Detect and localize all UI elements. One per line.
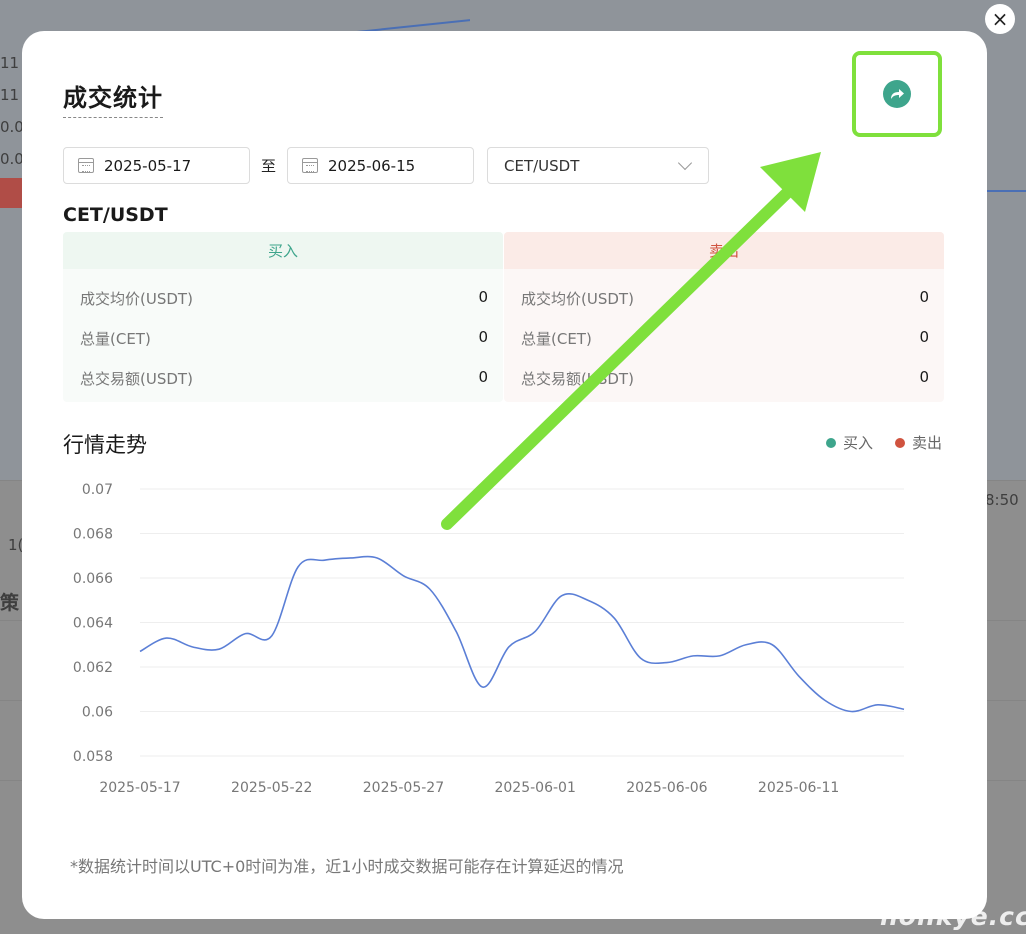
buy-stat-row: 总交易额(USDT) 0 bbox=[80, 368, 488, 388]
date-separator: 至 bbox=[261, 157, 277, 175]
x-tick-label: 2025-06-06 bbox=[626, 780, 707, 796]
trend-title: 行情走势 bbox=[63, 433, 147, 457]
stat-label: 成交均价(USDT) bbox=[521, 290, 634, 308]
close-button[interactable]: × bbox=[985, 4, 1015, 34]
sell-panel-header: 卖出 bbox=[504, 232, 944, 269]
price-trend-chart: 0.07 0.068 0.066 0.064 0.062 0.06 0.058 2025-05… bbox=[73, 482, 905, 796]
pair-select-value: CET/USDT bbox=[504, 156, 580, 175]
footnote: *数据统计时间以UTC+0时间为准，近1小时成交数据可能存在计算延迟的情况 bbox=[70, 857, 624, 876]
close-icon: × bbox=[991, 7, 1009, 31]
sell-stats-panel: 卖出 成交均价(USDT) 0 总量(CET) 0 总交易额(USDT) 0 bbox=[504, 232, 944, 402]
background-text: 8:50 bbox=[985, 491, 1019, 509]
pair-select[interactable]: CET/USDT bbox=[487, 147, 709, 184]
sell-stat-row: 成交均价(USDT) 0 bbox=[521, 288, 929, 308]
stat-label: 总量(CET) bbox=[521, 330, 592, 348]
chevron-down-icon bbox=[677, 155, 693, 171]
y-tick-label: 0.06 bbox=[82, 705, 113, 721]
x-tick-label: 2025-05-27 bbox=[363, 780, 444, 796]
legend-sell-label: 卖出 bbox=[912, 434, 943, 452]
y-tick-label: 0.062 bbox=[73, 660, 113, 676]
calendar-icon bbox=[302, 158, 318, 173]
stat-label: 总交易额(USDT) bbox=[521, 370, 634, 388]
x-tick-label: 2025-06-11 bbox=[758, 780, 839, 796]
start-date-value: 2025-05-17 bbox=[104, 156, 192, 175]
stat-label: 总交易额(USDT) bbox=[80, 370, 193, 388]
price-series-line bbox=[139, 555, 905, 713]
background-text: 11 bbox=[0, 54, 20, 72]
y-tick-label: 0.068 bbox=[73, 527, 113, 543]
share-arrow-icon bbox=[883, 80, 911, 108]
watermark: nonkye.cc bbox=[880, 902, 1026, 931]
y-tick-label: 0.064 bbox=[73, 616, 113, 632]
sell-stat-row: 总交易额(USDT) 0 bbox=[521, 368, 929, 388]
y-tick-label: 0.07 bbox=[82, 482, 113, 498]
x-tick-label: 2025-06-01 bbox=[494, 780, 575, 796]
stat-value: 0 bbox=[478, 328, 488, 346]
background-text: 策 bbox=[0, 592, 20, 614]
background-text: 0.0 bbox=[0, 150, 24, 168]
stat-value: 0 bbox=[919, 368, 929, 386]
background-text: 11 bbox=[0, 86, 20, 104]
stat-value: 0 bbox=[478, 288, 488, 306]
stat-label: 总量(CET) bbox=[80, 330, 151, 348]
stat-value: 0 bbox=[919, 328, 929, 346]
legend-sell-dot bbox=[895, 437, 905, 448]
buy-stat-row: 总量(CET) 0 bbox=[80, 328, 488, 348]
buy-stat-row: 成交均价(USDT) 0 bbox=[80, 288, 488, 308]
pair-title: CET/USDT bbox=[63, 204, 168, 226]
calendar-icon bbox=[78, 158, 94, 173]
background-line-right bbox=[986, 190, 1026, 192]
stat-label: 成交均价(USDT) bbox=[80, 290, 193, 308]
share-button[interactable] bbox=[852, 51, 942, 137]
buy-panel-header: 买入 bbox=[63, 232, 503, 269]
end-date-value: 2025-06-15 bbox=[328, 156, 416, 175]
background-text: 0.0 bbox=[0, 118, 24, 136]
modal-title: 成交统计 bbox=[63, 78, 163, 118]
legend-buy-dot bbox=[826, 437, 836, 448]
y-tick-label: 0.058 bbox=[73, 749, 113, 765]
x-tick-label: 2025-05-17 bbox=[99, 780, 180, 796]
end-date-input[interactable]: 2025-06-15 bbox=[287, 147, 474, 184]
sell-stat-row: 总量(CET) 0 bbox=[521, 328, 929, 348]
x-tick-label: 2025-05-22 bbox=[231, 780, 312, 796]
legend-sell[interactable]: 卖出 bbox=[895, 432, 942, 453]
background-red-bar bbox=[0, 178, 22, 208]
legend-buy-label: 买入 bbox=[843, 434, 874, 452]
y-tick-label: 0.066 bbox=[73, 571, 113, 587]
stat-value: 0 bbox=[919, 288, 929, 306]
stat-value: 0 bbox=[478, 368, 488, 386]
trade-statistics-modal: 成交统计 2025-05-17 至 2025-06-15 CET/USDT CE… bbox=[22, 31, 987, 919]
start-date-input[interactable]: 2025-05-17 bbox=[63, 147, 250, 184]
buy-stats-panel: 买入 成交均价(USDT) 0 总量(CET) 0 总交易额(USDT) 0 bbox=[63, 232, 503, 402]
legend-buy[interactable]: 买入 bbox=[826, 432, 873, 453]
